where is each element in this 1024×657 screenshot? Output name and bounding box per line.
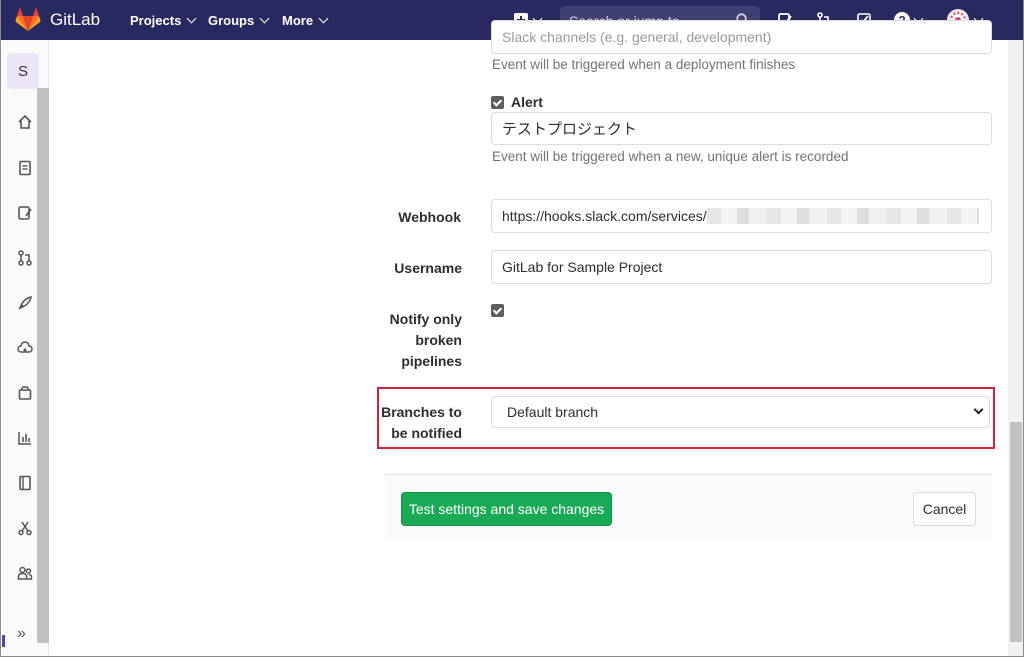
notify-broken-label-line2: broken	[415, 332, 462, 348]
collapse-icon: »	[17, 625, 26, 642]
username-input[interactable]: GitLab for Sample Project	[491, 250, 992, 284]
operations-icon	[17, 341, 33, 353]
page-scrollbar[interactable]	[1008, 40, 1023, 656]
chevron-down-icon	[973, 404, 984, 415]
notify-broken-label-line3: pipelines	[401, 353, 462, 369]
chevron-down-icon	[259, 13, 270, 24]
branches-select-value: Default branch	[507, 404, 599, 420]
alert-label: Alert	[511, 94, 543, 110]
sidebar-item-issues[interactable]	[16, 204, 34, 222]
notify-broken-label-line1: Notify only	[389, 311, 462, 327]
test-and-save-button[interactable]: Test settings and save changes	[401, 492, 612, 526]
sidebar-item-home[interactable]	[16, 113, 34, 131]
snippets-icon	[18, 521, 32, 536]
sidebar-item-operations[interactable]	[16, 339, 34, 357]
deployment-help-text: Event will be triggered when a deploymen…	[492, 57, 796, 72]
projects-menu-label: Projects	[130, 13, 182, 28]
alert-channel-value: テストプロジェクト	[502, 121, 638, 138]
alert-checkbox[interactable]	[491, 96, 504, 109]
more-menu-label: More	[282, 13, 314, 28]
sidebar-item-analytics[interactable]	[16, 429, 34, 447]
notify-broken-checkbox[interactable]	[491, 304, 504, 317]
sidebar-active-indicator	[2, 635, 5, 647]
browser-window: GitLab Projects Groups More ?	[0, 0, 1024, 657]
ci-cd-icon	[18, 296, 32, 310]
packages-icon	[18, 386, 32, 400]
sidebar-item-members[interactable]	[16, 564, 34, 582]
sidebar-item-snippets[interactable]	[16, 519, 34, 537]
more-menu[interactable]: More	[282, 13, 329, 28]
chevron-down-icon	[318, 13, 329, 24]
branches-label-line2: be notified	[391, 425, 462, 441]
home-icon	[18, 114, 32, 129]
redacted-webhook-token	[706, 208, 979, 224]
webhook-input[interactable]: https://hooks.slack.com/services/	[491, 199, 992, 233]
groups-menu[interactable]: Groups	[208, 13, 270, 28]
merge-requests-icon	[18, 250, 32, 266]
notify-broken-label: Notify only broken pipelines	[371, 309, 462, 372]
project-sidebar: S »	[2, 40, 49, 656]
username-value: GitLab for Sample Project	[502, 259, 663, 275]
sidebar-scrollbar[interactable]	[37, 88, 49, 643]
page-scrollbar-thumb[interactable]	[1010, 422, 1022, 642]
sidebar-item-wiki[interactable]	[16, 474, 34, 492]
analytics-icon	[18, 432, 31, 445]
brand-name[interactable]: GitLab	[50, 10, 100, 30]
cancel-button[interactable]: Cancel	[913, 492, 976, 526]
username-label: Username	[394, 260, 462, 276]
sidebar-item-merge-requests[interactable]	[16, 249, 34, 267]
branches-label: Branches to be notified	[373, 402, 462, 444]
issues-icon	[18, 206, 32, 220]
chevron-down-icon	[186, 13, 197, 24]
wiki-icon	[19, 475, 31, 491]
webhook-label: Webhook	[398, 209, 461, 225]
members-icon	[17, 566, 33, 580]
channel-input-placeholder: Slack channels (e.g. general, developmen…	[502, 29, 772, 45]
sidebar-item-repository[interactable]	[16, 159, 34, 177]
webhook-value: https://hooks.slack.com/services/	[502, 208, 707, 224]
gitlab-logo-icon[interactable]	[15, 8, 41, 32]
groups-menu-label: Groups	[208, 13, 255, 28]
sidebar-item-packages[interactable]	[16, 384, 34, 402]
form-actions: Test settings and save changes Cancel	[385, 474, 992, 541]
project-avatar[interactable]: S	[7, 53, 39, 89]
branches-select[interactable]: Default branch	[491, 396, 990, 428]
repository-icon	[19, 160, 31, 176]
sidebar-item-ci-cd[interactable]	[16, 294, 34, 312]
channel-input-partial[interactable]: Slack channels (e.g. general, developmen…	[491, 20, 992, 54]
projects-menu[interactable]: Projects	[130, 13, 197, 28]
alert-channel-input[interactable]: テストプロジェクト	[491, 112, 992, 145]
alert-help-text: Event will be triggered when a new, uniq…	[492, 149, 849, 164]
branches-label-line1: Branches to	[381, 404, 462, 420]
collapse-sidebar-button[interactable]: »	[17, 625, 26, 643]
